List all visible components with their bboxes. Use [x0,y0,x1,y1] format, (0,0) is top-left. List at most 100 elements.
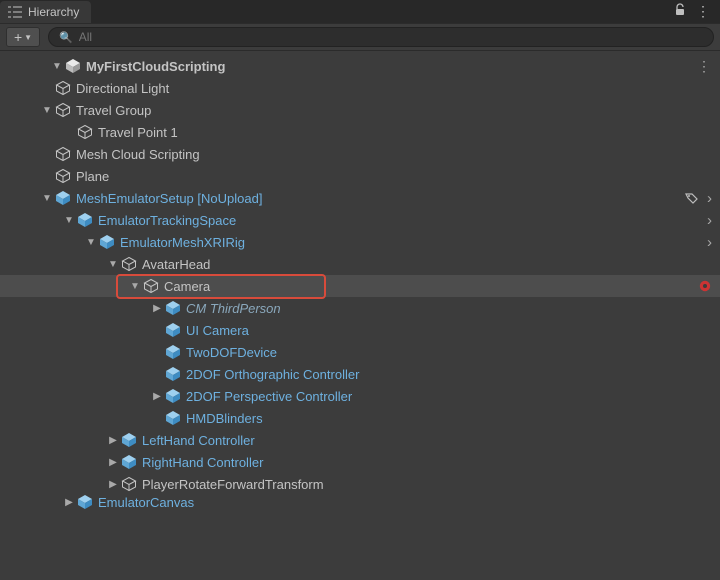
prefab-cube-icon [164,409,182,427]
expand-toggle[interactable]: ▶ [106,455,120,469]
tree-row[interactable]: ▼ AvatarHead [0,253,720,275]
expand-toggle[interactable]: ▶ [40,147,54,161]
open-prefab-icon[interactable]: › [707,234,712,251]
expand-toggle[interactable]: ▶ [40,81,54,95]
item-label: 2DOF Perspective Controller [186,389,352,404]
expand-toggle[interactable]: ▶ [150,411,164,425]
gameobject-cube-icon [54,167,72,185]
item-label: Plane [76,169,109,184]
tree-row[interactable]: ▶ LeftHand Controller [0,429,720,451]
item-label: EmulatorTrackingSpace [98,213,236,228]
gameobject-cube-icon [142,277,160,295]
tree-row[interactable]: ▶ EmulatorCanvas [0,495,720,509]
gameobject-cube-icon [76,123,94,141]
expand-toggle[interactable]: ▶ [150,323,164,337]
item-label: Travel Group [76,103,151,118]
tree-row[interactable]: ▶ UI Camera [0,319,720,341]
expand-toggle[interactable]: ▼ [40,103,54,117]
expand-toggle[interactable]: ▼ [50,59,64,73]
tree-row[interactable]: ▶ 2DOF Orthographic Controller [0,363,720,385]
expand-toggle[interactable]: ▼ [84,235,98,249]
item-label: CM ThirdPerson [186,301,281,316]
prefab-cube-icon [98,233,116,251]
tree-row[interactable]: ▶ PlayerRotateForwardTransform [0,473,720,495]
gameobject-cube-icon [54,145,72,163]
hierarchy-tab[interactable]: Hierarchy [0,1,91,23]
tree-row[interactable]: ▶Travel Point 1 [0,121,720,143]
tree-row[interactable]: ▶ Mesh Cloud Scripting [0,143,720,165]
item-label: Camera [164,279,210,294]
missing-script-icon [698,279,712,293]
expand-toggle[interactable]: ▶ [62,495,76,509]
item-label: Mesh Cloud Scripting [76,147,200,162]
item-label: TwoDOFDevice [186,345,277,360]
unlock-icon[interactable] [674,3,686,20]
tree-row[interactable]: ▼ EmulatorMeshXRIRig › [0,231,720,253]
prefab-cube-icon [120,453,138,471]
expand-toggle[interactable]: ▶ [106,477,120,491]
item-label: Directional Light [76,81,169,96]
expand-toggle[interactable]: ▶ [106,433,120,447]
tree-row[interactable]: ▼MeshEmulatorSetup [NoUpload]› [0,187,720,209]
tab-bar: Hierarchy ⋮ [0,0,720,24]
expand-toggle[interactable]: ▼ [128,279,142,293]
open-prefab-icon[interactable]: › [707,190,712,207]
scene-icon [64,57,82,75]
prefab-cube-icon [76,495,94,509]
tree-row[interactable]: ▶ HMDBlinders [0,407,720,429]
expand-toggle[interactable]: ▶ [62,125,76,139]
tree-row[interactable]: ▶ CM ThirdPerson [0,297,720,319]
gameobject-cube-icon [54,101,72,119]
prefab-cube-icon [54,189,72,207]
prefab-cube-icon [76,211,94,229]
scene-row[interactable]: ▼ MyFirstCloudScripting ⋮ [0,55,720,77]
prefab-cube-icon [164,299,182,317]
tree-row[interactable]: ▼ EmulatorTrackingSpace › [0,209,720,231]
prefab-cube-icon [120,431,138,449]
item-label: UI Camera [186,323,249,338]
tree-row[interactable]: ▶ TwoDOFDevice [0,341,720,363]
item-label: EmulatorMeshXRIRig [120,235,245,250]
expand-toggle[interactable]: ▶ [40,169,54,183]
create-dropdown-button[interactable]: + ▼ [6,27,40,47]
hierarchy-tree[interactable]: ▼ MyFirstCloudScripting ⋮ ▶ Directional Ligh… [0,51,720,580]
item-label: 2DOF Orthographic Controller [186,367,359,382]
item-label: LeftHand Controller [142,433,255,448]
prefab-cube-icon [164,343,182,361]
search-input[interactable] [79,30,703,44]
tree-row[interactable]: ▶ Directional Light [0,77,720,99]
scene-name-label: MyFirstCloudScripting [86,59,225,74]
hierarchy-tab-label: Hierarchy [28,5,79,19]
item-label: PlayerRotateForwardTransform [142,477,324,492]
prefab-cube-icon [164,321,182,339]
tree-row[interactable]: ▶ 2DOF Perspective Controller [0,385,720,407]
item-label: HMDBlinders [186,411,263,426]
hierarchy-panel: Hierarchy ⋮ + ▼ 🔍 ▼ MyFirstCloudScripting… [0,0,720,580]
tag-icon [685,191,699,205]
search-icon: 🔍 [59,31,73,44]
gameobject-cube-icon [120,475,138,493]
expand-toggle[interactable]: ▶ [150,345,164,359]
panel-menu-icon[interactable]: ⋮ [696,3,710,20]
expand-toggle[interactable]: ▼ [40,191,54,205]
expand-toggle[interactable]: ▼ [62,213,76,227]
hierarchy-toolbar: + ▼ 🔍 [0,24,720,51]
search-field[interactable]: 🔍 [48,27,714,47]
tree-row[interactable]: ▶ Plane [0,165,720,187]
open-prefab-icon[interactable]: › [707,212,712,229]
prefab-cube-icon [164,387,182,405]
hierarchy-list-icon [8,6,22,18]
expand-toggle[interactable]: ▶ [150,367,164,381]
expand-toggle[interactable]: ▼ [106,257,120,271]
expand-toggle[interactable]: ▶ [150,301,164,315]
gameobject-cube-icon [120,255,138,273]
item-label: AvatarHead [142,257,210,272]
dropdown-caret-icon: ▼ [24,33,32,42]
tree-row[interactable]: ▶ RightHand Controller [0,451,720,473]
scene-menu-icon[interactable]: ⋮ [697,58,712,75]
item-label: RightHand Controller [142,455,263,470]
tree-row[interactable]: ▼ Camera [0,275,720,297]
item-label: EmulatorCanvas [98,495,194,509]
tree-row[interactable]: ▼ Travel Group [0,99,720,121]
expand-toggle[interactable]: ▶ [150,389,164,403]
